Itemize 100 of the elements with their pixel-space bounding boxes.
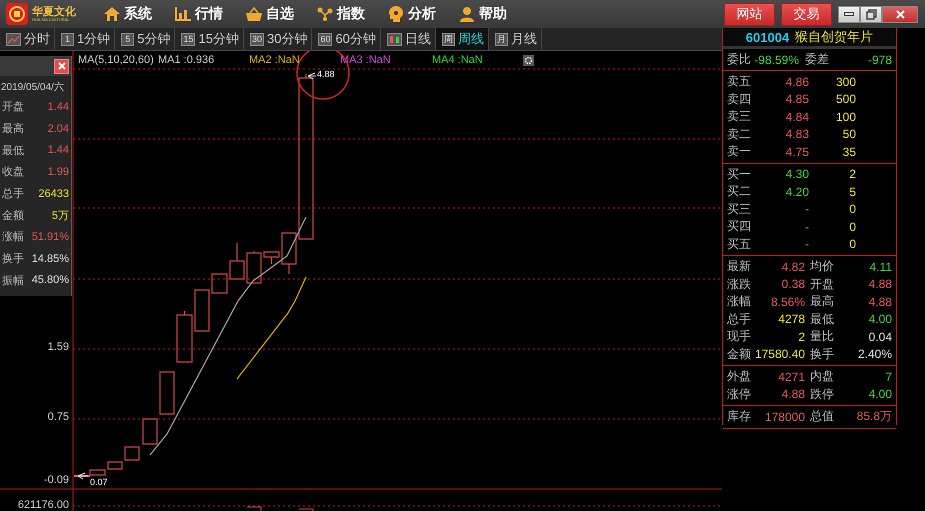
- field-value: -98.59%: [753, 52, 799, 66]
- close-button[interactable]: [882, 6, 918, 22]
- maximize-button[interactable]: [860, 6, 882, 22]
- stock-code: 601004: [746, 30, 790, 44]
- field-value: 2.04: [48, 122, 69, 135]
- period-tab[interactable]: 60 60分钟: [312, 28, 381, 50]
- settings-icon[interactable]: [523, 55, 534, 66]
- field-value: 2: [797, 330, 806, 344]
- field-value: 4.82: [780, 260, 806, 274]
- field-label: 库存: [727, 408, 752, 426]
- order-label: 卖四: [727, 90, 752, 108]
- field-value: 7: [884, 370, 892, 384]
- period-tab[interactable]: 15 15分钟: [175, 28, 244, 50]
- candlestick: [142, 418, 158, 445]
- line-chart-icon: [6, 32, 21, 46]
- menu-item[interactable]: 指数: [307, 5, 378, 23]
- order-price: 4.86: [784, 74, 809, 89]
- field-label: 涨停: [727, 386, 752, 403]
- field-value: 4271: [777, 370, 806, 384]
- price-marker: [74, 475, 90, 477]
- field-value: 4.00: [868, 387, 892, 402]
- order-price: -: [804, 220, 809, 234]
- minimize-icon: [844, 12, 854, 16]
- period-badge: 30: [250, 32, 264, 46]
- volume-bar: [246, 506, 314, 511]
- field-label: 总手: [2, 187, 24, 202]
- field-value: 4.11: [868, 260, 892, 274]
- chart-icon: [175, 7, 191, 21]
- field-value: 4.88: [780, 387, 806, 402]
- field-label: 跌停: [809, 386, 835, 403]
- field-label: 收盘: [2, 165, 24, 180]
- close-button[interactable]: [54, 58, 69, 74]
- date-label: 2019/05/04/六: [0, 80, 65, 95]
- field-value: 26433: [38, 188, 69, 200]
- order-price: -: [804, 202, 809, 216]
- menu-item[interactable]: 帮助: [449, 5, 520, 23]
- menu-item[interactable]: 自选: [236, 5, 307, 23]
- field-value: 1.44: [48, 144, 69, 156]
- order-volume: 300: [834, 74, 856, 89]
- candlestick: [176, 310, 193, 363]
- field-label: 内盘: [809, 368, 835, 386]
- field-label: 开盘: [2, 100, 24, 114]
- period-badge: 月: [494, 32, 508, 46]
- order-label: 买一: [727, 166, 752, 183]
- field-label: 最高: [809, 293, 835, 310]
- menu-item[interactable]: 分析: [378, 5, 449, 23]
- header-button[interactable]: 交易: [781, 2, 832, 26]
- field-value: 14.85%: [32, 252, 69, 265]
- field-label: 现手: [727, 328, 752, 346]
- candle-icon: [386, 32, 402, 46]
- period-tab[interactable]: 30 30分钟: [244, 28, 312, 50]
- order-label: 卖三: [727, 108, 752, 126]
- field-value: 4.88: [868, 277, 892, 292]
- minimize-button[interactable]: [838, 6, 860, 22]
- field-value: 4.00: [868, 312, 892, 326]
- field-value: 85.8万: [856, 408, 892, 426]
- indicator-label: MA(5,10,20,60): [78, 54, 155, 66]
- person-icon: [459, 6, 475, 22]
- high-price-label: 4.88: [317, 69, 335, 79]
- period-tab[interactable]: 日线: [380, 28, 436, 50]
- home-icon: [104, 7, 120, 21]
- header-button[interactable]: 网站: [724, 2, 775, 26]
- menu-item[interactable]: 系统: [94, 5, 165, 23]
- period-tab[interactable]: 分时: [0, 28, 55, 50]
- period-badge: 60: [318, 32, 332, 46]
- field-label: 开盘: [809, 276, 835, 293]
- axis-label: 0.75: [48, 411, 69, 423]
- logo-text: 华夏文化: [32, 6, 76, 18]
- logo-icon: [6, 3, 28, 25]
- order-volume: 0: [848, 220, 856, 234]
- period-tab[interactable]: 周 周线: [436, 28, 489, 50]
- order-volume: 500: [834, 92, 856, 106]
- axis-label: -0.09: [44, 474, 69, 486]
- period-badge: 1: [61, 32, 74, 46]
- field-value: 51.91%: [32, 230, 69, 243]
- field-label: 涨幅: [727, 293, 752, 310]
- period-tab[interactable]: 5 5分钟: [115, 28, 176, 50]
- order-label: 卖五: [727, 73, 752, 90]
- order-price: -: [804, 237, 809, 252]
- indicator-label: MA2 :NaN: [249, 54, 301, 66]
- menu-item[interactable]: 行情: [165, 5, 236, 23]
- nodes-icon: [317, 7, 333, 21]
- field-label: 总手: [727, 310, 752, 328]
- field-label: 最低: [2, 144, 24, 158]
- field-label: 最高: [2, 122, 24, 136]
- order-volume: 50: [842, 127, 856, 142]
- field-value: 5万: [52, 208, 69, 223]
- period-tab[interactable]: 月 月线: [488, 28, 542, 50]
- field-label: 换手: [2, 252, 24, 266]
- order-volume: 100: [834, 110, 856, 124]
- order-volume: 2: [848, 167, 856, 182]
- low-price-label: 0.07: [90, 477, 108, 487]
- field-label: 最低: [809, 310, 835, 328]
- field-label: 最新: [727, 258, 752, 276]
- order-volume: 5: [848, 184, 856, 199]
- axis-label: 621176.00: [18, 499, 69, 511]
- field-value: 8.56%: [770, 294, 806, 309]
- period-tab[interactable]: 1 1分钟: [55, 28, 116, 50]
- axis-label: 1.59: [48, 341, 69, 353]
- field-value: 1.99: [48, 166, 69, 178]
